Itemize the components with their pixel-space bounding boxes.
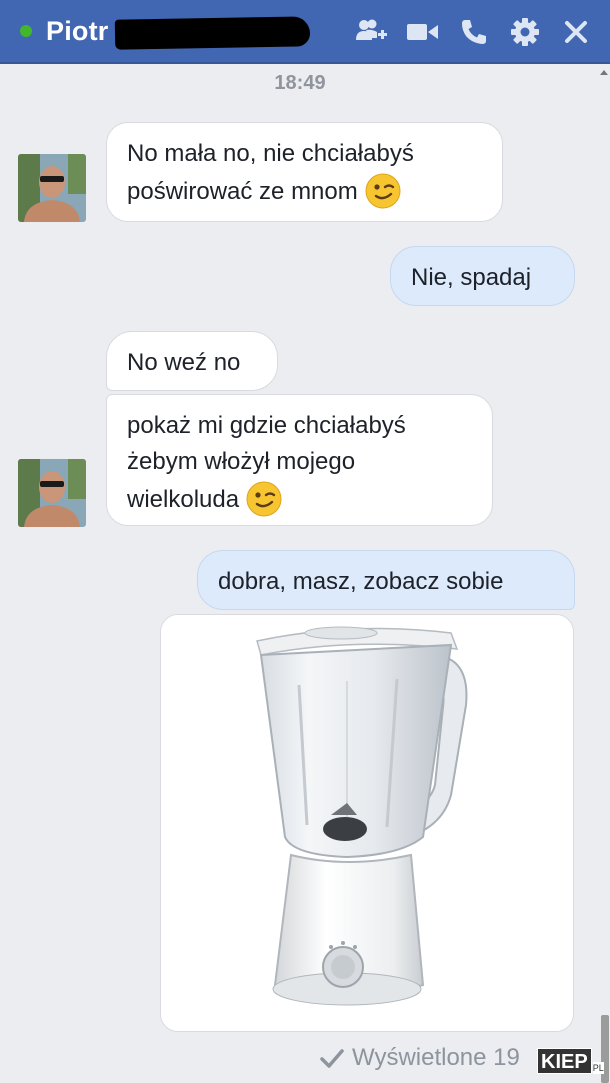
- wink-emoji-icon: [246, 481, 282, 517]
- message-line: żebym włożył mojego: [127, 448, 356, 475]
- checkmark-icon: [320, 1049, 344, 1068]
- message-line: dobra, masz, zobacz sobie: [218, 568, 504, 595]
- incoming-message-bubble[interactable]: pokaż mi gdzie chciałabyś żebym włożył m…: [106, 394, 493, 526]
- contact-avatar[interactable]: [18, 459, 86, 527]
- message-timestamp: 18:49: [274, 72, 326, 94]
- message-line: poświrować ze mnom: [127, 172, 482, 210]
- header-actions: [356, 0, 592, 64]
- image-attachment[interactable]: [160, 614, 574, 1032]
- close-icon[interactable]: [560, 16, 592, 48]
- watermark-suffix: PL: [592, 1062, 604, 1074]
- video-call-icon[interactable]: [407, 16, 439, 48]
- chat-header: Piotr: [0, 0, 610, 64]
- wink-emoji-icon: [365, 173, 401, 209]
- message-line: pokaż mi gdzie chciałabyś: [127, 412, 406, 439]
- add-people-icon[interactable]: [356, 16, 388, 48]
- phone-icon[interactable]: [458, 16, 490, 48]
- contact-avatar[interactable]: [18, 154, 86, 222]
- redacted-surname: [114, 16, 310, 50]
- blender-image: [161, 615, 573, 1031]
- message-line: wielkoluda: [127, 480, 472, 518]
- watermark-text: KIEP: [537, 1048, 592, 1074]
- gear-icon[interactable]: [509, 16, 541, 48]
- incoming-message-bubble[interactable]: No mała no, nie chciałabyś poświrować ze…: [106, 122, 503, 222]
- message-line: No weź no: [127, 349, 241, 376]
- site-watermark: KIEP PL: [537, 1048, 604, 1074]
- message-line: Nie, spadaj: [411, 264, 532, 291]
- online-status-dot: [20, 25, 32, 37]
- scroll-up-arrow-icon[interactable]: [600, 70, 608, 75]
- message-line: No mała no, nie chciałabyś: [127, 140, 414, 167]
- outgoing-message-bubble[interactable]: dobra, masz, zobacz sobie: [197, 550, 575, 610]
- seen-status-text: Wyświetlone 19: [352, 1044, 520, 1071]
- seen-status: Wyświetlone 19: [320, 1040, 520, 1076]
- contact-name[interactable]: Piotr: [46, 16, 109, 47]
- outgoing-message-bubble[interactable]: Nie, spadaj: [390, 246, 575, 306]
- incoming-message-bubble[interactable]: No weź no: [106, 331, 278, 391]
